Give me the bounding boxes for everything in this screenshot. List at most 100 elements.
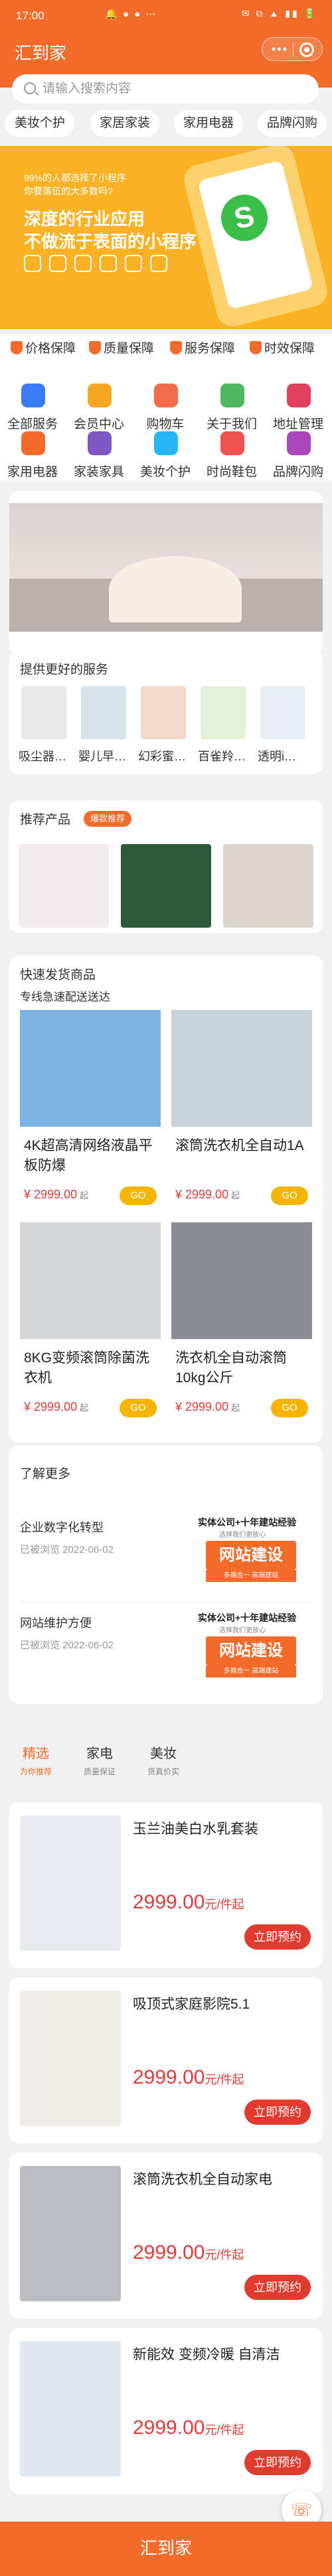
grid-item[interactable]: 家装家具	[69, 427, 129, 484]
hot-badge: 爆款推荐	[84, 811, 132, 827]
section-title: 快速发货商品	[20, 968, 96, 982]
list-item[interactable]: 吸顶式家庭影院5.1 2999.00元/件起 立即预约	[9, 1977, 323, 2143]
all-services-icon	[21, 384, 45, 407]
product-thumbnail	[260, 686, 305, 739]
section-title: 提供更好的服务	[20, 663, 109, 677]
category-tag[interactable]: 美妆个护	[5, 110, 75, 137]
price-value: ¥ 2999.00	[175, 1400, 229, 1413]
service-label: 透明i…	[258, 750, 296, 763]
perfume-image[interactable]	[19, 844, 109, 928]
close-target-icon[interactable]	[299, 42, 314, 57]
tab-sublabel: 为你推荐	[19, 1767, 52, 1776]
service-item[interactable]: 透明i…	[258, 686, 308, 766]
guarantee-item: 价格保障	[11, 338, 76, 356]
grid-item[interactable]: 美妆个护	[135, 427, 195, 484]
price-value: 2999.00	[133, 2066, 205, 2088]
service-item[interactable]: 婴儿早…	[78, 686, 129, 766]
go-button[interactable]: GO	[120, 1186, 157, 1205]
feature-icon	[150, 255, 167, 272]
ad-footer: 多端合一 高端建站	[206, 1570, 296, 1582]
news-item[interactable]: 网站维护方便 已被浏览 2022-06-02 实体公司+十年建站经验 选择我们更…	[20, 1607, 312, 1700]
furniture-icon	[88, 431, 112, 455]
tab-featured[interactable]: 精选 为你推荐	[9, 1743, 62, 1777]
feature-icon	[24, 255, 41, 272]
grid-item[interactable]: 家用电器	[3, 427, 62, 484]
notification-icons: 🔔 ● ● ⋯	[105, 9, 157, 20]
grid-item[interactable]: 品牌闪购	[268, 427, 328, 484]
guarantee-label: 质量保障	[104, 342, 155, 356]
go-button[interactable]: GO	[271, 1186, 308, 1205]
service-item[interactable]: 幻彩蜜…	[138, 686, 189, 766]
guarantee-label: 服务保障	[185, 342, 236, 356]
category-tag[interactable]: 品牌闪购	[258, 110, 327, 137]
book-now-button[interactable]: 立即预约	[244, 2100, 311, 2125]
more-icon[interactable]: •••	[272, 42, 288, 56]
product-thumbnail	[81, 686, 126, 739]
news-item[interactable]: 企业数字化转型 已被浏览 2022-06-02 实体公司+十年建站经验 选择我们…	[20, 1512, 312, 1605]
ad-subtext: 选择我们更放心	[219, 1532, 266, 1539]
product-card[interactable]: 4K超高清网络液晶平板防爆 ¥ 2999.00 起 GO	[20, 1010, 161, 1209]
tv-image	[20, 1010, 161, 1127]
service-item[interactable]: 百雀羚…	[198, 686, 248, 766]
figurine-image[interactable]	[223, 844, 313, 928]
banner-line: 你要落伍的大多数吗?	[24, 186, 113, 196]
address-icon	[287, 384, 311, 407]
skincare-image	[20, 1816, 121, 1951]
tab-beauty[interactable]: 美妆 货真价实	[137, 1743, 190, 1777]
bottom-title: 汇到家	[139, 2538, 192, 2558]
grid-label: 时尚鞋包	[206, 465, 257, 479]
go-button[interactable]: GO	[120, 1399, 157, 1417]
price-value: 2999.00	[133, 1891, 205, 1913]
list-item[interactable]: 新能效 变频冷暖 自清洁 2999.00元/件起 立即预约	[9, 2328, 323, 2494]
book-now-button[interactable]: 立即预约	[244, 1924, 311, 1950]
product-thumbnail	[141, 686, 186, 739]
banner-icon-strip	[24, 255, 190, 277]
category-tags: 美妆个护 家居家装 家用电器 品牌闪购	[0, 110, 332, 141]
shield-icon	[250, 341, 262, 354]
product-tabs: 精选为你推荐 家电 质量保证 美妆 货真价实	[9, 1743, 323, 1790]
ad-thumbnail: 实体公司+十年建站经验 选择我们更放心 网站建设 多端合一 高端建站	[193, 1512, 311, 1586]
washer-image	[171, 1010, 312, 1127]
price-unit: 元/件起	[205, 1898, 244, 1911]
open-book-city-image	[9, 503, 323, 632]
product-card[interactable]: 洗衣机全自动滚筒10kg公斤 ¥ 2999.00 起 GO	[171, 1222, 312, 1421]
product-price: ¥ 2999.00 起	[175, 1188, 240, 1202]
tab-label: 家电	[86, 1747, 113, 1761]
product-name: 滚筒洗衣机全自动家电	[133, 2172, 272, 2187]
news-title: 网站维护方便	[20, 1616, 92, 1630]
book-now-button[interactable]: 立即预约	[244, 2275, 311, 2300]
search-input[interactable]	[42, 78, 308, 100]
price-value: ¥ 2999.00	[175, 1188, 229, 1201]
product-price: ¥ 2999.00 起	[175, 1400, 240, 1414]
grid-item[interactable]: 时尚鞋包	[202, 427, 262, 484]
home-theater-image	[20, 1991, 121, 2126]
tab-appliances[interactable]: 家电 质量保证	[73, 1743, 126, 1777]
feature-image-card[interactable]	[9, 491, 323, 656]
shield-icon	[11, 341, 23, 354]
product-name: 滚筒洗衣机全自动1A	[175, 1138, 304, 1153]
guarantee-item: 质量保障	[89, 338, 154, 356]
tab-label: 精选	[23, 1747, 49, 1761]
promo-banner[interactable]: 99%的人都选择了小程序 你要落伍的大多数吗? 深度的行业应用 不做流于表面的小…	[0, 146, 332, 329]
nav-bar: 汇到家 •••	[0, 29, 332, 72]
tea-tin-image[interactable]	[121, 844, 211, 928]
book-now-button[interactable]: 立即预约	[244, 2450, 311, 2475]
guarantee-bar: 价格保障 质量保障 服务保障 时效保障	[0, 334, 332, 358]
category-tag[interactable]: 家用电器	[174, 110, 244, 137]
service-item[interactable]: 吸尘器…	[19, 686, 69, 766]
go-button[interactable]: GO	[271, 1399, 308, 1417]
category-tag[interactable]: 家居家装	[90, 110, 160, 137]
product-thumbnail	[21, 686, 66, 739]
list-item[interactable]: 滚筒洗衣机全自动家电 2999.00元/件起 立即预约	[9, 2153, 323, 2319]
air-conditioner-image	[20, 2341, 121, 2476]
product-card[interactable]: 8KG变频滚筒除菌洗衣机 ¥ 2999.00 起 GO	[20, 1222, 161, 1421]
product-thumbnail	[201, 686, 246, 739]
list-item[interactable]: 玉兰油美白水乳套装 2999.00元/件起 立即预约	[9, 1802, 323, 1968]
shoes-bags-icon	[220, 431, 244, 455]
price-unit: 起	[231, 1403, 240, 1413]
price-value: 2999.00	[133, 2242, 205, 2263]
product-card[interactable]: 滚筒洗衣机全自动1A ¥ 2999.00 起 GO	[171, 1010, 312, 1209]
product-name: 洗衣机全自动滚筒10kg公斤	[175, 1350, 287, 1386]
app-title: 汇到家	[15, 43, 67, 63]
search-bar[interactable]	[12, 74, 319, 104]
